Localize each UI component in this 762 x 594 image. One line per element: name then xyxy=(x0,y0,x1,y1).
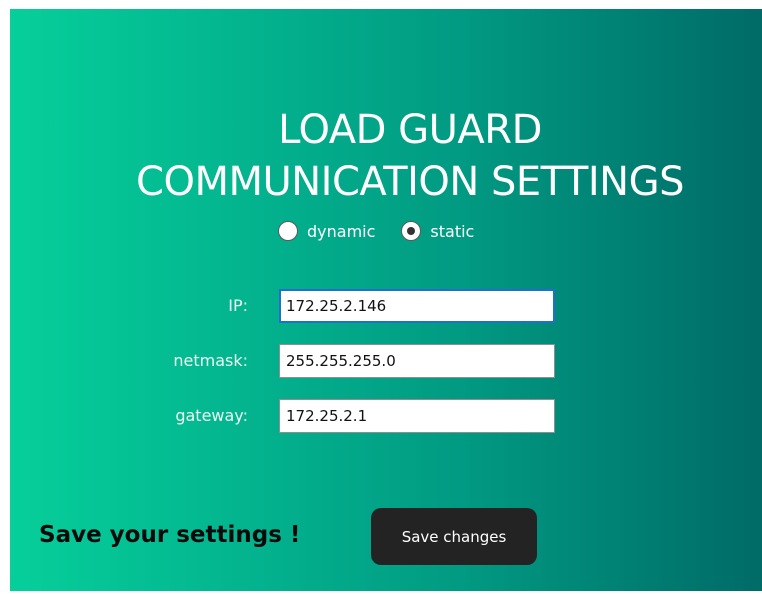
title-line-2: COMMUNICATION SETTINGS xyxy=(136,158,684,205)
ip-mode-radio-group: dynamic static xyxy=(278,218,474,244)
gateway-label: gateway: xyxy=(175,406,248,425)
radio-option-static[interactable]: static xyxy=(401,221,474,241)
radio-static-label: static xyxy=(430,221,475,241)
ip-input[interactable] xyxy=(279,289,555,323)
netmask-label: netmask: xyxy=(173,351,248,370)
ip-label: IP: xyxy=(228,296,248,315)
radio-option-dynamic[interactable]: dynamic xyxy=(278,221,375,241)
save-changes-button[interactable]: Save changes xyxy=(371,508,537,565)
radio-static[interactable] xyxy=(401,221,422,241)
radio-dynamic-label: dynamic xyxy=(307,221,376,241)
netmask-row: netmask: xyxy=(10,344,762,378)
radio-dynamic[interactable] xyxy=(278,221,298,241)
page-title: LOAD GUARD COMMUNICATION SETTINGS xyxy=(10,104,762,208)
settings-panel: LOAD GUARD COMMUNICATION SETTINGS dynami… xyxy=(10,9,762,591)
gateway-input[interactable] xyxy=(279,399,555,433)
save-reminder-text: Save your settings ! xyxy=(39,522,301,548)
netmask-input[interactable] xyxy=(279,344,555,378)
title-line-1: LOAD GUARD xyxy=(278,106,542,153)
gateway-row: gateway: xyxy=(10,399,762,433)
ip-row: IP: xyxy=(10,289,762,323)
